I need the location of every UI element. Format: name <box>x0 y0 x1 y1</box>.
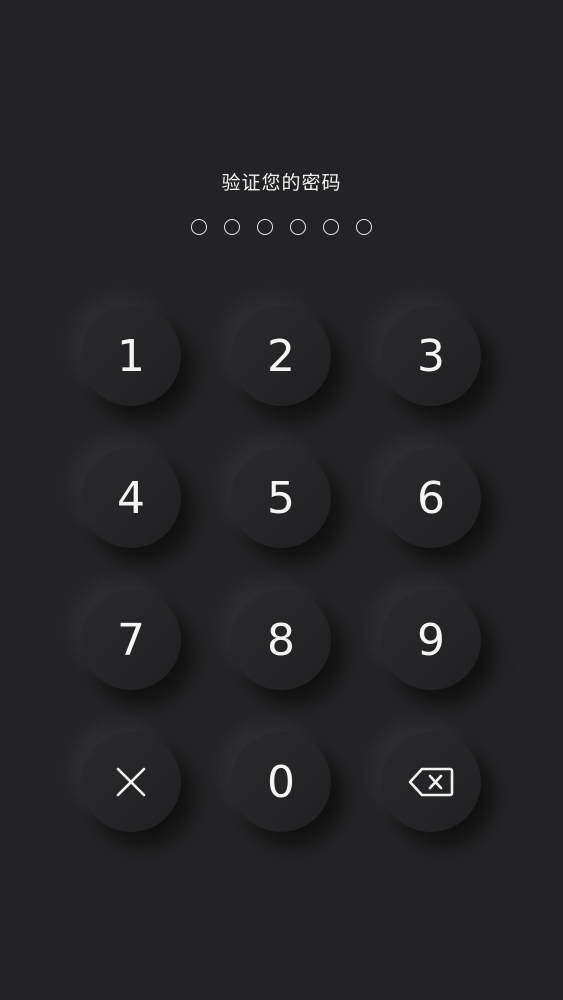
passcode-indicator <box>0 219 563 235</box>
key-2[interactable]: 2 <box>231 306 331 406</box>
passcode-dot <box>224 219 240 235</box>
key-label: 8 <box>267 615 295 666</box>
close-icon <box>115 766 147 798</box>
passcode-dot <box>323 219 339 235</box>
key-label: 1 <box>117 331 145 382</box>
key-label: 9 <box>417 615 445 666</box>
passcode-prompt: 验证您的密码 <box>221 172 342 194</box>
key-0[interactable]: 0 <box>231 732 331 832</box>
key-label: 5 <box>267 473 295 524</box>
passcode-dot <box>191 219 207 235</box>
key-6[interactable]: 6 <box>381 448 481 548</box>
key-4[interactable]: 4 <box>81 448 181 548</box>
key-label: 4 <box>117 473 145 524</box>
key-5[interactable]: 5 <box>231 448 331 548</box>
key-1[interactable]: 1 <box>81 306 181 406</box>
passcode-screen: 验证您的密码 1 2 3 4 5 6 7 8 9 0 <box>0 0 563 1000</box>
key-label: 6 <box>417 473 445 524</box>
numeric-keypad: 1 2 3 4 5 6 7 8 9 0 <box>81 306 483 832</box>
key-label: 7 <box>117 615 145 666</box>
key-9[interactable]: 9 <box>381 590 481 690</box>
key-7[interactable]: 7 <box>81 590 181 690</box>
passcode-dot <box>290 219 306 235</box>
passcode-dot <box>257 219 273 235</box>
clear-button[interactable] <box>81 732 181 832</box>
passcode-dot <box>356 219 372 235</box>
backspace-icon <box>408 766 454 798</box>
key-3[interactable]: 3 <box>381 306 481 406</box>
key-label: 2 <box>267 331 295 382</box>
backspace-button[interactable] <box>381 732 481 832</box>
key-8[interactable]: 8 <box>231 590 331 690</box>
key-label: 3 <box>417 331 445 382</box>
key-label: 0 <box>267 757 295 808</box>
